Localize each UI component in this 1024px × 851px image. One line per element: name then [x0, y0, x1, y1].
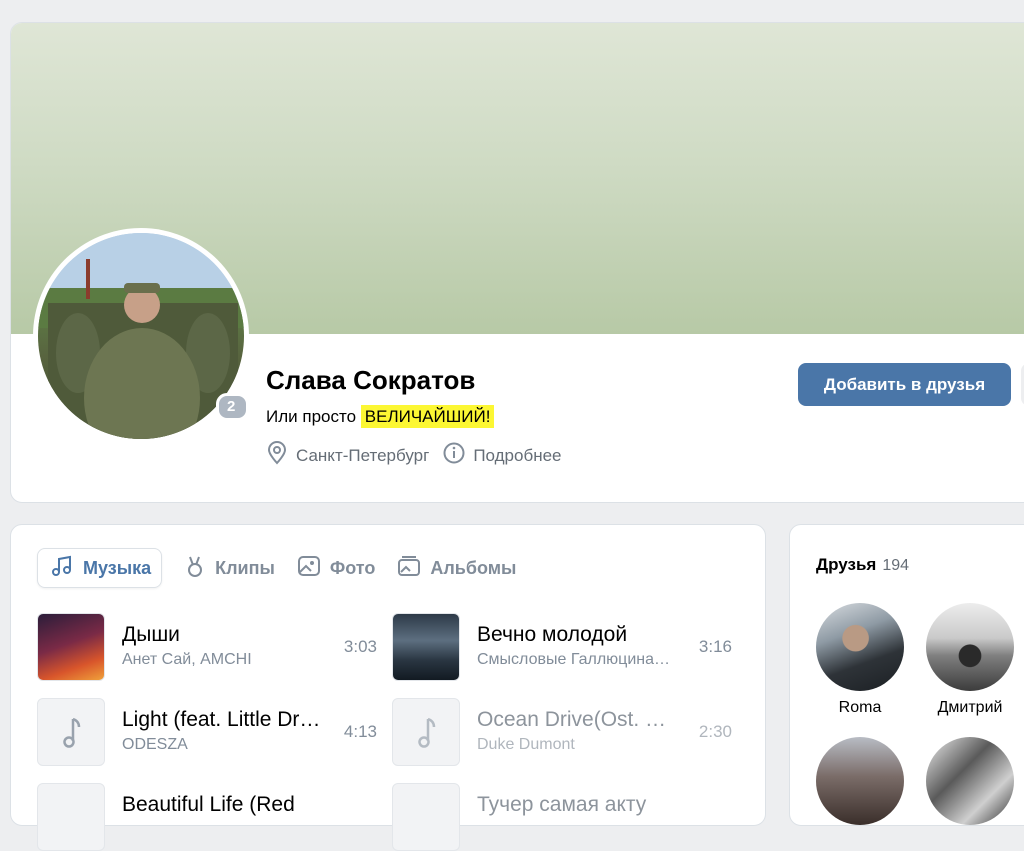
- track-duration: 2:30: [698, 722, 732, 741]
- avatar[interactable]: 2 ч: [33, 228, 249, 444]
- location-pin-icon: [266, 441, 288, 470]
- track-item[interactable]: Beautiful Life (Red: [37, 783, 377, 851]
- friends-title: Друзья: [816, 555, 877, 574]
- friends-header[interactable]: Друзья 194: [816, 555, 909, 575]
- friend-item[interactable]: [815, 737, 905, 825]
- track-title: Тучер самая акту: [477, 793, 647, 816]
- friend-item[interactable]: Roma: [815, 603, 905, 717]
- track-duration: 3:16: [698, 637, 732, 656]
- track-item[interactable]: Ocean Drive(Ost. драйв) Duke Dumont 2:30: [392, 698, 732, 766]
- friend-avatar[interactable]: [816, 737, 904, 825]
- track-item[interactable]: Light (feat. Little Dragon) ODESZA 4:13: [37, 698, 377, 766]
- tab-albums-label: Альбомы: [430, 557, 517, 578]
- avatar-photo[interactable]: [38, 233, 244, 439]
- more-info-label: Подробнее: [473, 445, 562, 465]
- track-placeholder: [37, 698, 105, 766]
- city-label: Санкт-Петербург: [296, 445, 430, 465]
- status-highlight: ВЕЛИЧАЙШИЙ!: [360, 405, 495, 428]
- track-item[interactable]: Вечно молодой Смысловые Галлюцинации 3:1…: [392, 613, 732, 681]
- track-title: Ocean Drive(Ost. драйв): [477, 708, 677, 731]
- friend-item[interactable]: [925, 737, 1015, 825]
- music-note-icon: [50, 554, 74, 583]
- track-placeholder: [392, 698, 460, 766]
- track-placeholder: [392, 783, 460, 851]
- add-friend-button[interactable]: Добавить в друзья: [798, 363, 1011, 406]
- track-title: Дыши: [122, 623, 180, 646]
- media-card: Музыка Клипы Фото Альбомы Дыши Анет Сай,…: [10, 524, 766, 851]
- track-item[interactable]: Тучер самая акту: [392, 783, 732, 851]
- profile-name: Слава Сократов: [266, 365, 476, 395]
- music-note-icon: [393, 717, 459, 765]
- track-artist[interactable]: Смысловые Галлюцинации: [477, 651, 677, 669]
- albums-icon: [397, 554, 421, 583]
- friend-avatar[interactable]: [926, 603, 1014, 691]
- tab-clips[interactable]: Клипы: [184, 549, 275, 587]
- track-duration: 3:03: [343, 637, 377, 656]
- clips-icon: [184, 554, 206, 583]
- track-item[interactable]: Дыши Анет Сай, AMCHI 3:03: [37, 613, 377, 681]
- tab-clips-label: Клипы: [215, 557, 275, 578]
- city-info[interactable]: Санкт-Петербург: [266, 441, 429, 470]
- track-placeholder: [37, 783, 105, 851]
- track-artist[interactable]: Анет Сай, AMCHI: [122, 651, 322, 669]
- friends-count: 194: [882, 557, 910, 574]
- profile-meta: Санкт-Петербург Подробнее: [266, 441, 562, 470]
- friend-item[interactable]: Дмитрий: [925, 603, 1015, 717]
- info-icon: [443, 442, 465, 469]
- friend-avatar[interactable]: [816, 603, 904, 691]
- track-title: Light (feat. Little Dragon): [122, 708, 322, 731]
- profile-card: 2 ч Слава Сократов Или просто ВЕЛИЧАЙШИЙ…: [10, 22, 1024, 503]
- tab-music-label: Музыка: [83, 557, 152, 578]
- photo-icon: [297, 554, 321, 583]
- media-tabs: Музыка Клипы Фото Альбомы: [37, 548, 516, 588]
- status-text: Или просто: [266, 407, 357, 426]
- friend-avatar[interactable]: [926, 737, 1014, 825]
- more-info-link[interactable]: Подробнее: [443, 442, 562, 469]
- friend-name[interactable]: Дмитрий: [925, 699, 1015, 717]
- online-badge: 2 ч: [216, 393, 249, 437]
- tab-photo[interactable]: Фото: [297, 549, 375, 587]
- track-title: Beautiful Life (Red: [122, 793, 295, 816]
- track-artist[interactable]: ODESZA: [122, 736, 322, 754]
- track-duration: 4:13: [343, 722, 377, 741]
- tab-music[interactable]: Музыка: [37, 548, 163, 588]
- friends-card: Друзья 194 Roma Дмитрий: [789, 524, 1024, 826]
- tab-albums[interactable]: Альбомы: [397, 549, 516, 587]
- friend-name[interactable]: Roma: [815, 699, 905, 717]
- profile-status: Или просто ВЕЛИЧАЙШИЙ!: [266, 405, 495, 428]
- album-cover: [37, 613, 105, 681]
- music-note-icon: [38, 717, 104, 765]
- album-cover: [392, 613, 460, 681]
- track-title: Вечно молодой: [477, 623, 628, 646]
- track-artist[interactable]: Duke Dumont: [477, 736, 677, 754]
- tab-photo-label: Фото: [329, 557, 376, 578]
